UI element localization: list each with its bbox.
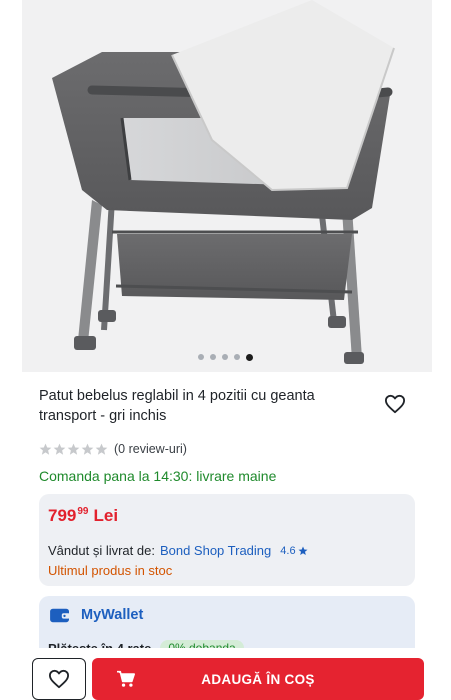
seller-row: Vândut și livrat de: Bond Shop Trading 4… — [48, 543, 308, 558]
star-icon — [39, 443, 52, 455]
wallet-title: MyWallet — [81, 607, 144, 623]
gallery-dot[interactable] — [222, 354, 228, 360]
gallery-dot[interactable] — [210, 354, 216, 360]
wallet-icon — [50, 608, 70, 623]
favorite-button[interactable] — [383, 392, 407, 416]
cart-icon — [117, 670, 135, 687]
gallery-pagination[interactable] — [0, 353, 451, 361]
gallery-dot[interactable] — [198, 354, 204, 360]
price-main: 799 — [48, 506, 77, 525]
add-to-cart-label: ADAUGĂ ÎN COȘ — [201, 671, 315, 687]
star-icon — [298, 546, 308, 555]
add-to-favorites-button[interactable] — [32, 658, 86, 700]
price: 799 99 Lei — [48, 506, 118, 526]
product-image-bassinet[interactable] — [22, 0, 432, 372]
heart-icon — [384, 394, 405, 414]
gallery-dot[interactable] — [234, 354, 240, 360]
wallet-header: MyWallet — [49, 606, 143, 624]
product-title: Patut bebelus reglabil in 4 pozitii cu g… — [39, 388, 315, 424]
seller-rating: 4.6 — [280, 544, 308, 557]
delivery-info: Comanda pana la 14:30: livrare maine — [39, 468, 277, 484]
price-card: 799 99 Lei Vândut și livrat de: Bond Sho… — [39, 494, 415, 586]
stock-status: Ultimul produs in stoc — [48, 563, 173, 578]
review-count-link[interactable]: (0 review-uri) — [114, 442, 187, 456]
product-header: Patut bebelus reglabil in 4 pozitii cu g… — [39, 386, 429, 426]
star-icon — [67, 443, 80, 455]
rating-stars — [39, 443, 108, 456]
price-cents: 99 — [77, 506, 89, 517]
seller-label: Vândut și livrat de: — [48, 543, 155, 558]
seller-name-link[interactable]: Bond Shop Trading — [160, 543, 271, 558]
star-icon — [95, 443, 108, 455]
gallery-dot-active[interactable] — [246, 353, 253, 361]
star-icon — [53, 443, 66, 455]
heart-icon — [49, 669, 69, 689]
price-currency: Lei — [93, 506, 119, 525]
star-icon — [81, 443, 94, 455]
seller-rating-value: 4.6 — [280, 544, 296, 557]
bottom-action-bar: ADAUGĂ ÎN COȘ — [22, 648, 432, 700]
product-image-gallery[interactable] — [0, 0, 451, 372]
rating-row[interactable]: (0 review-uri) — [39, 442, 187, 456]
add-to-cart-button[interactable]: ADAUGĂ ÎN COȘ — [92, 658, 424, 700]
